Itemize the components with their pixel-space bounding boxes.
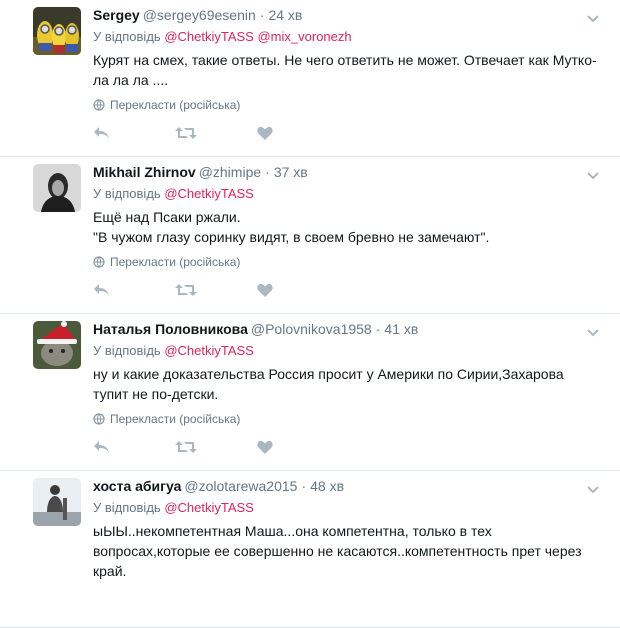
reply-prefix: У відповідь (93, 186, 161, 201)
reply-button[interactable] (93, 124, 175, 142)
timestamp[interactable]: 48 хв (310, 478, 344, 494)
minions-avatar-image (33, 7, 81, 55)
tweet-actions (93, 438, 339, 456)
timestamp[interactable]: 37 хв (274, 164, 308, 180)
like-button[interactable] (257, 438, 339, 456)
separator: · (375, 321, 381, 337)
tweet-text-line: край. (93, 563, 127, 579)
separator: · (259, 7, 265, 23)
chevron-down-icon[interactable] (587, 324, 599, 342)
reply-mention-link[interactable]: @mix_voronezh (257, 29, 351, 44)
translate-label[interactable]: Перекласти (російська) (110, 411, 240, 427)
author-name[interactable]: Наталья Половникова (93, 321, 248, 337)
tweet-text-line: Курят на смех, такие ответы. Не чего отв… (93, 52, 597, 68)
heart-icon (257, 440, 273, 454)
globe-icon (93, 413, 105, 425)
tweet-text-line: "В чужом глазу соринку видят, в своем бр… (93, 229, 490, 245)
tweet-text: ну и какие доказательства Россия просит … (93, 364, 598, 404)
user-photo-avatar-image (33, 164, 81, 212)
retweet-icon (175, 441, 197, 453)
translate-label[interactable]: Перекласти (російська) (110, 254, 240, 270)
reply-mention-link[interactable]: @ChetkiyTASS (164, 186, 254, 201)
reply-icon (94, 441, 109, 453)
reply-button[interactable] (93, 438, 175, 456)
avatar[interactable] (33, 164, 81, 212)
tweet-text: ыЫЫ..некомпетентная Маша...она компетент… (93, 521, 598, 581)
chevron-down-icon[interactable] (587, 10, 599, 28)
author-handle[interactable]: @zhimipe (199, 164, 261, 180)
reply-context: У відповідь @ChetkiyTASS (93, 499, 598, 516)
tweet-text-line: Ещё над Псаки ржали. (93, 209, 241, 225)
reply-context: У відповідь @ChetkiyTASS (93, 185, 598, 202)
timestamp[interactable]: 41 хв (384, 321, 418, 337)
heart-icon (257, 126, 273, 140)
author-name[interactable]: Mikhail Zhirnov (93, 164, 196, 180)
tweet-actions (93, 124, 339, 142)
tweet[interactable]: Наталья Половникова @Polovnikova1958 · 41 х… (0, 314, 620, 471)
like-button[interactable] (257, 281, 339, 299)
translate-label[interactable]: Перекласти (російська) (110, 97, 240, 113)
tweet-text-line: тупит не по-детски. (93, 386, 219, 402)
reply-context: У відповідь @ChetkiyTASS @mix_voronezh (93, 28, 598, 45)
reply-prefix: У відповідь (93, 343, 161, 358)
tweet-text-line: вопросах,которые ее совершенно не касают… (93, 543, 582, 559)
chevron-down-icon[interactable] (587, 481, 599, 499)
tweet-actions (93, 281, 339, 299)
reply-mention-link[interactable]: @ChetkiyTASS (164, 343, 254, 358)
avatar[interactable] (33, 321, 81, 369)
tweet[interactable]: хоста абигуа @zolotarewa2015 · 48 хв У відп… (0, 471, 620, 628)
woman-sitting-avatar-image (33, 478, 81, 526)
tweet[interactable]: Mikhail Zhirnov @zhimipe · 37 хв У відповід… (0, 157, 620, 314)
retweet-button[interactable] (175, 124, 257, 142)
chevron-down-icon[interactable] (587, 167, 599, 185)
reply-mention-link[interactable]: @ChetkiyTASS (164, 500, 254, 515)
avatar[interactable] (33, 7, 81, 55)
translate-button[interactable]: Перекласти (російська) (93, 254, 598, 270)
reply-prefix: У відповідь (93, 29, 161, 44)
author-name[interactable]: Sergey (93, 7, 140, 23)
tweet-text-line: ла ла ла .... (93, 72, 169, 88)
author-handle[interactable]: @Polovnikova1958 (251, 321, 372, 337)
retweet-button[interactable] (175, 281, 257, 299)
tweet-text: Ещё над Псаки ржали. "В чужом глазу сори… (93, 207, 598, 247)
reply-mention-link[interactable]: @ChetkiyTASS (164, 29, 254, 44)
author-handle[interactable]: @zolotarewa2015 (184, 478, 297, 494)
retweet-icon (175, 127, 197, 139)
reply-icon (94, 284, 109, 296)
reply-button[interactable] (93, 281, 175, 299)
separator: · (301, 478, 307, 494)
avatar[interactable] (33, 478, 81, 526)
author-name[interactable]: хоста абигуа (93, 478, 181, 494)
globe-icon (93, 256, 105, 268)
retweet-button[interactable] (175, 438, 257, 456)
tweet[interactable]: Sergey @sergey69esenin · 24 хв У відповідь … (0, 0, 620, 157)
like-button[interactable] (257, 124, 339, 142)
separator: · (265, 164, 270, 180)
globe-icon (93, 99, 105, 111)
translate-button[interactable]: Перекласти (російська) (93, 97, 598, 113)
reply-icon (94, 127, 109, 139)
author-handle[interactable]: @sergey69esenin (143, 7, 256, 23)
cat-santa-hat-avatar-image (33, 321, 81, 369)
tweet-text-line: ыЫЫ..некомпетентная Маша...она компетент… (93, 523, 492, 539)
timestamp[interactable]: 24 хв (268, 7, 302, 23)
tweet-text: Курят на смех, такие ответы. Не чего отв… (93, 50, 598, 90)
retweet-icon (175, 284, 197, 296)
translate-button[interactable]: Перекласти (російська) (93, 411, 598, 427)
heart-icon (257, 283, 273, 297)
tweet-text-line: ну и какие доказательства Россия просит … (93, 366, 564, 382)
reply-prefix: У відповідь (93, 500, 161, 515)
reply-context: У відповідь @ChetkiyTASS (93, 342, 598, 359)
